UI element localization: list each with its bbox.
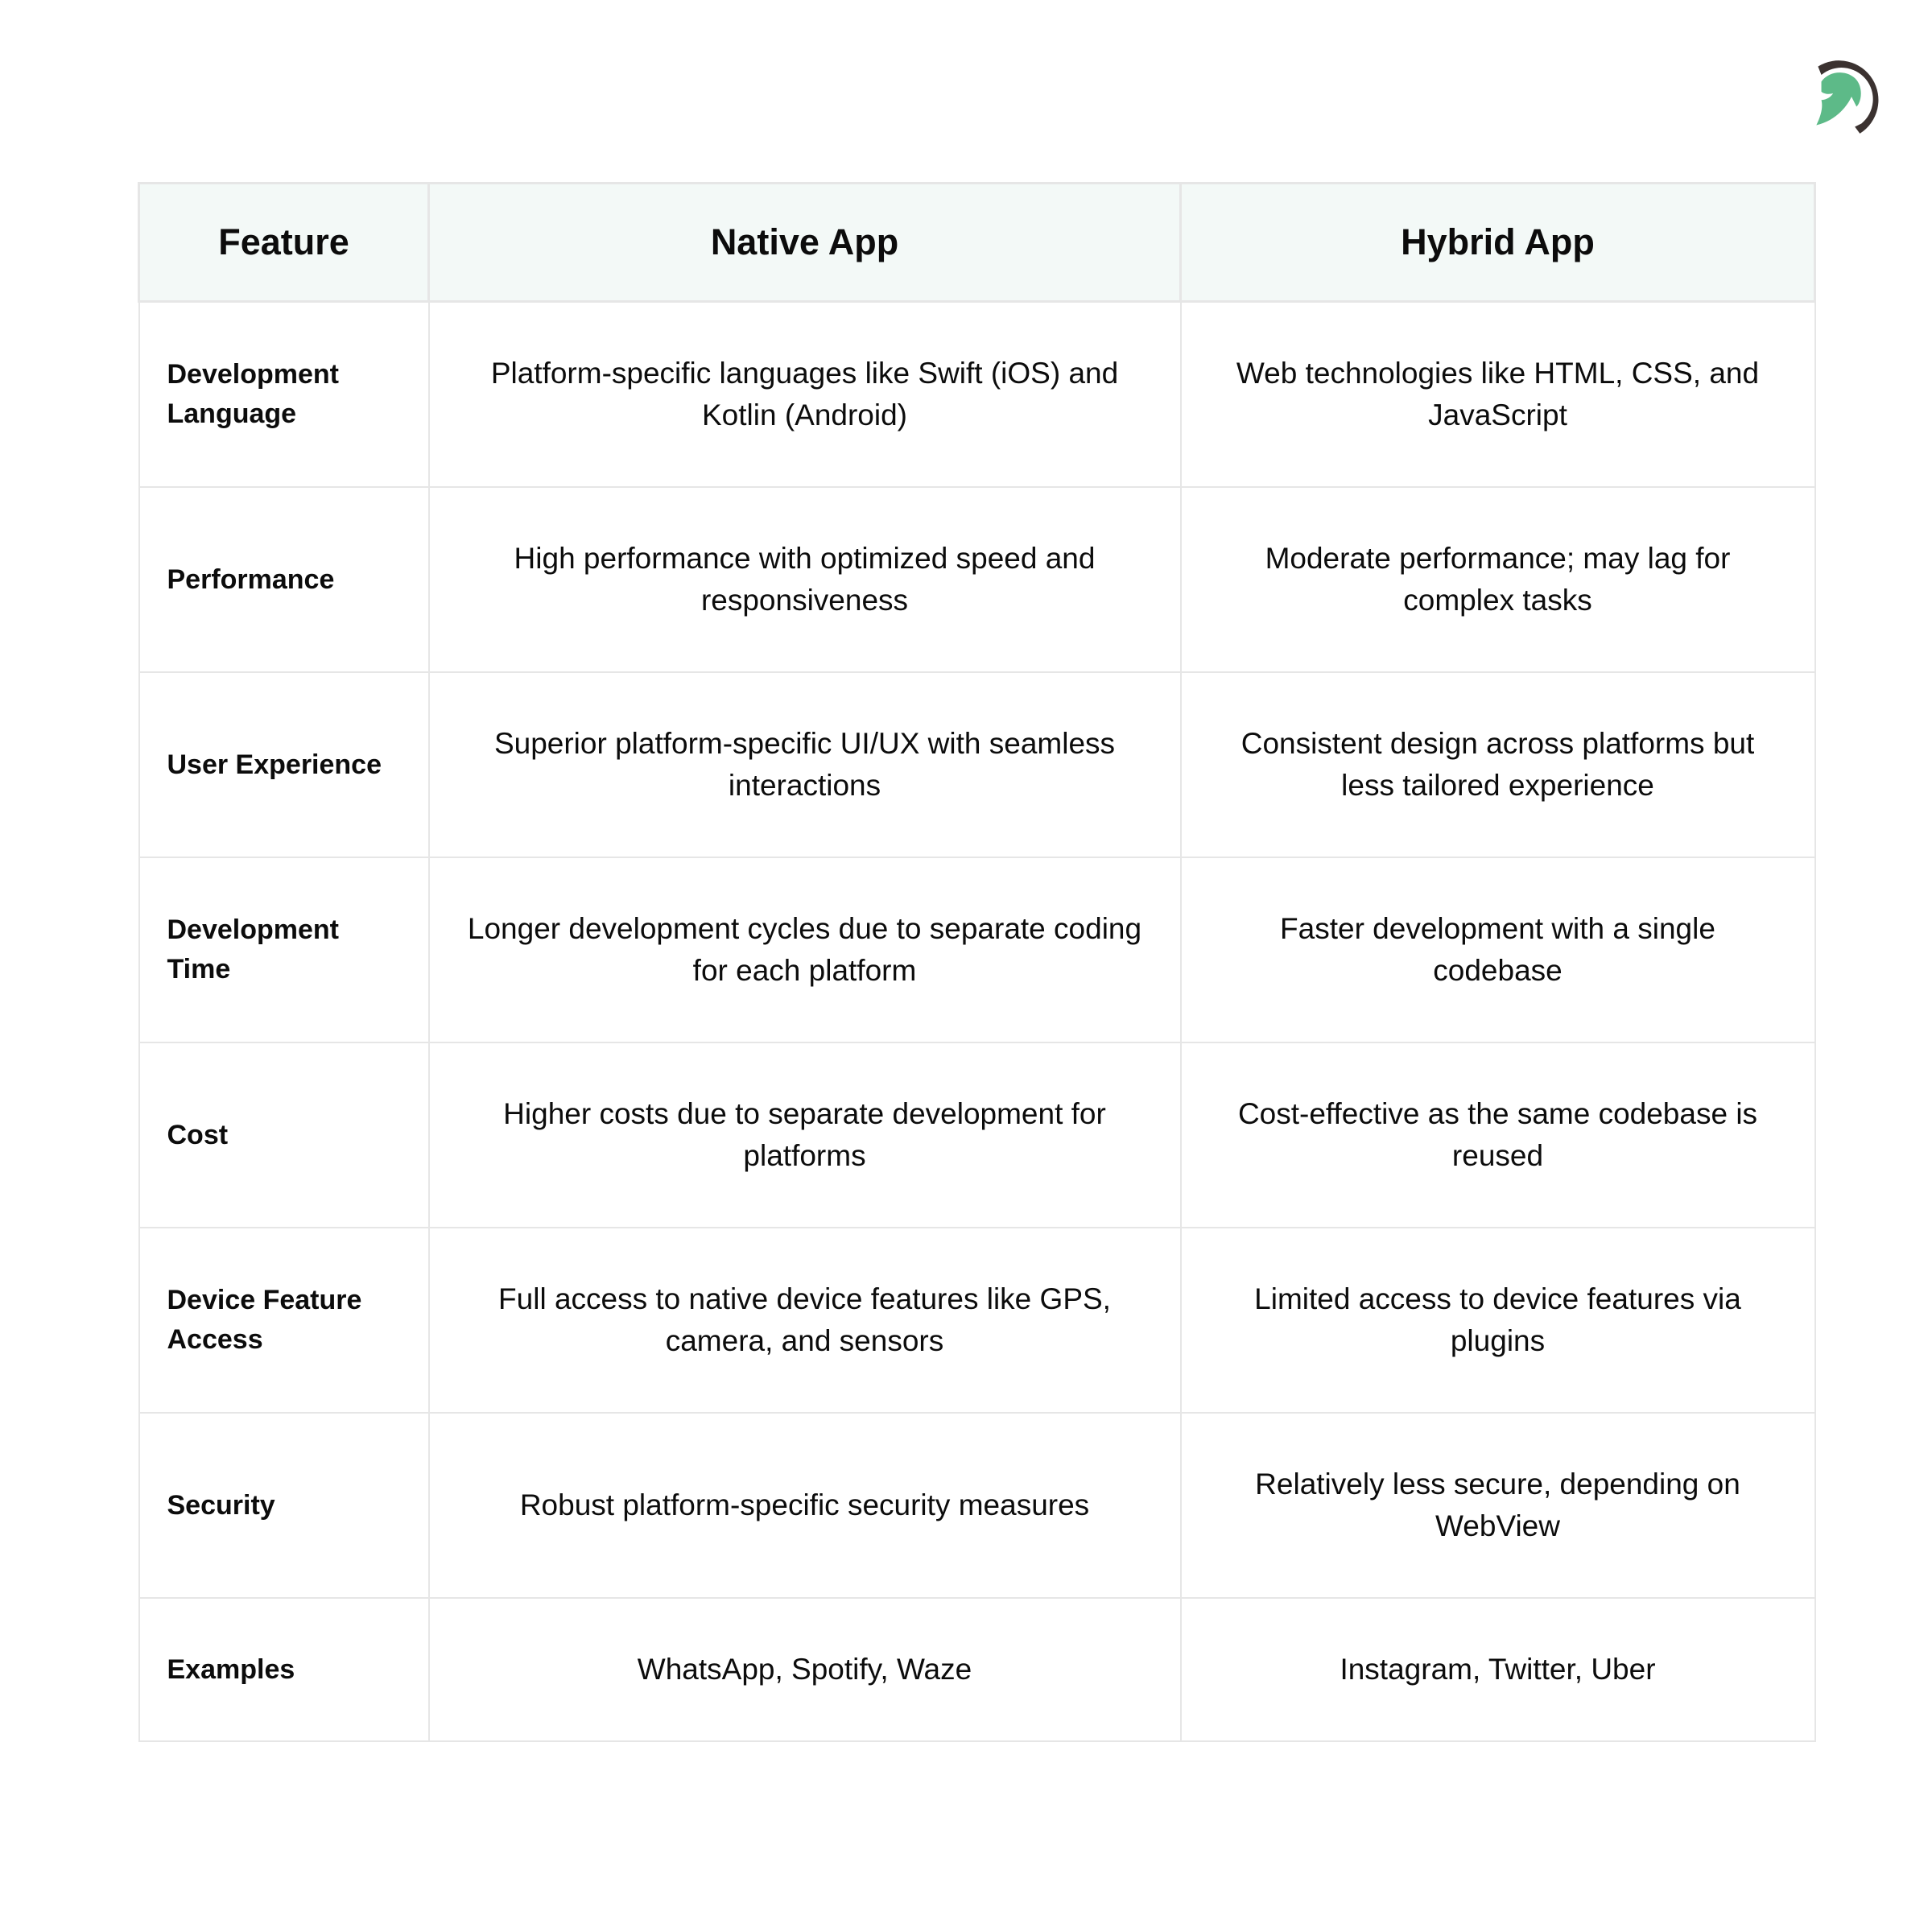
native-cell: WhatsApp, Spotify, Waze [427, 1597, 1182, 1742]
native-cell: Full access to native device features li… [427, 1227, 1182, 1414]
table-row: Cost Higher costs due to separate develo… [138, 1042, 1816, 1228]
feature-cell: Development Time [138, 857, 430, 1043]
hybrid-cell: Relatively less secure, depending on Web… [1179, 1412, 1816, 1599]
native-cell: Robust platform-specific security measur… [427, 1412, 1182, 1599]
table-row: Examples WhatsApp, Spotify, Waze Instagr… [138, 1597, 1816, 1742]
feature-cell: User Experience [138, 671, 430, 858]
comparison-table: Feature Native App Hybrid App Developmen… [138, 182, 1816, 1742]
native-cell: Superior platform-specific UI/UX with se… [427, 671, 1182, 858]
hybrid-cell: Instagram, Twitter, Uber [1179, 1597, 1816, 1742]
hybrid-cell: Limited access to device features via pl… [1179, 1227, 1816, 1414]
feature-cell: Security [138, 1412, 430, 1599]
hybrid-cell: Web technologies like HTML, CSS, and Jav… [1179, 300, 1816, 488]
hybrid-cell: Consistent design across platforms but l… [1179, 671, 1816, 858]
native-cell: Longer development cycles due to separat… [427, 857, 1182, 1043]
feature-cell: Performance [138, 486, 430, 673]
hybrid-cell: Cost-effective as the same codebase is r… [1179, 1042, 1816, 1228]
table-row: Device Feature Access Full access to nat… [138, 1227, 1816, 1414]
hybrid-cell: Faster development with a single codebas… [1179, 857, 1816, 1043]
header-hybrid-app: Hybrid App [1179, 182, 1816, 303]
table-row: Development Language Platform-specific l… [138, 300, 1816, 488]
table-row: Performance High performance with optimi… [138, 486, 1816, 673]
table-row: Security Robust platform-specific securi… [138, 1412, 1816, 1599]
native-cell: Platform-specific languages like Swift (… [427, 300, 1182, 488]
feature-cell: Device Feature Access [138, 1227, 430, 1414]
feature-cell: Development Language [138, 300, 430, 488]
feature-cell: Examples [138, 1597, 430, 1742]
header-native-app: Native App [427, 182, 1182, 303]
table-row: Development Time Longer development cycl… [138, 857, 1816, 1043]
feature-cell: Cost [138, 1042, 430, 1228]
table-row: User Experience Superior platform-specif… [138, 671, 1816, 858]
header-feature: Feature [138, 182, 430, 303]
table-header-row: Feature Native App Hybrid App [138, 182, 1816, 303]
native-cell: High performance with optimized speed an… [427, 486, 1182, 673]
hybrid-cell: Moderate performance; may lag for comple… [1179, 486, 1816, 673]
native-cell: Higher costs due to separate development… [427, 1042, 1182, 1228]
helmet-logo-icon [1816, 60, 1879, 134]
